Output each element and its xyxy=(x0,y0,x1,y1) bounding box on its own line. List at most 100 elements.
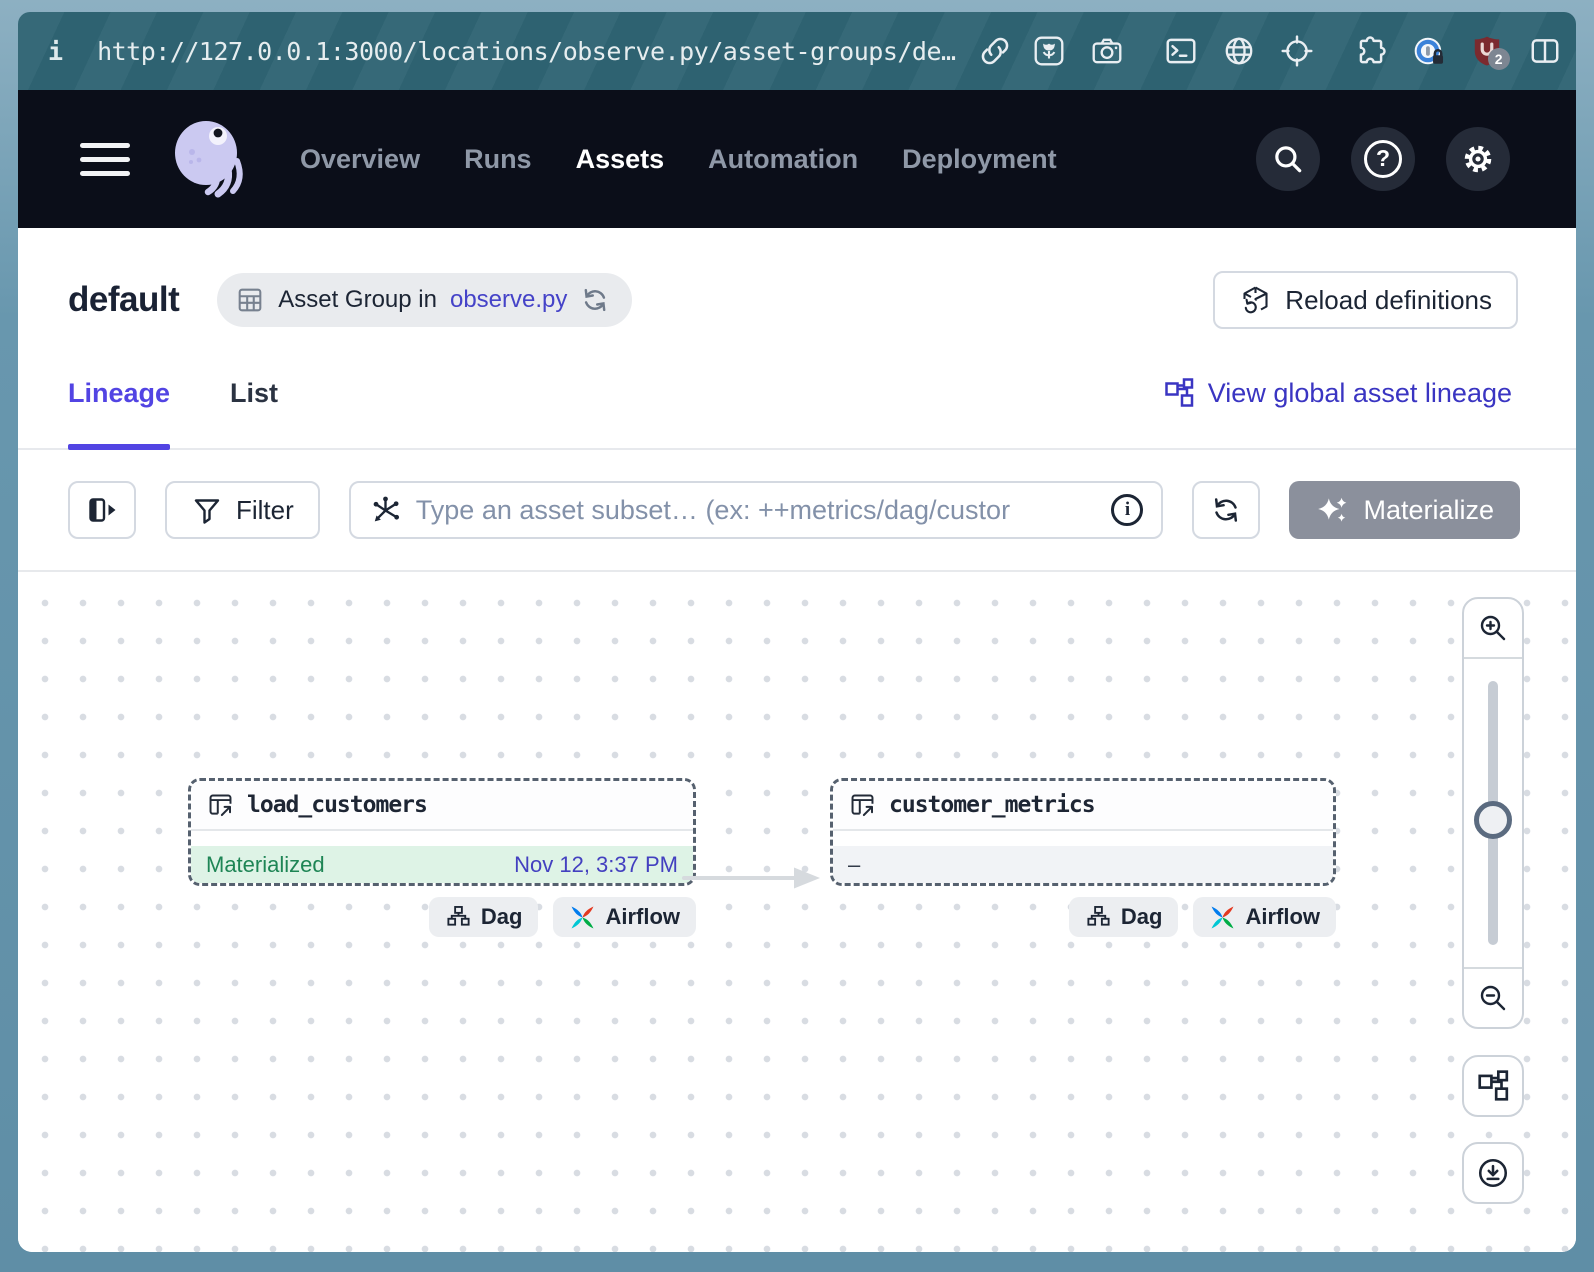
sparkle-icon xyxy=(1315,493,1349,527)
extension-group-2: 2 xyxy=(1354,34,1562,68)
filter-label: Filter xyxy=(236,495,294,526)
password-manager-icon[interactable] xyxy=(1412,34,1446,68)
lineage-edge-arrow xyxy=(678,864,828,892)
page-title: default xyxy=(68,280,179,320)
reload-cube-icon xyxy=(1239,284,1272,317)
globe-icon[interactable] xyxy=(1222,34,1256,68)
dag-icon xyxy=(1085,904,1112,931)
main-content: default Asset Group in observe.py xyxy=(18,228,1576,1252)
nav-item-automation[interactable]: Automation xyxy=(708,144,858,175)
reload-definitions-label: Reload definitions xyxy=(1285,285,1492,316)
filter-funnel-icon xyxy=(191,494,223,526)
global-lineage-label: View global asset lineage xyxy=(1208,378,1512,409)
zoom-slider[interactable] xyxy=(1464,659,1522,967)
asset-status-row: – xyxy=(833,846,1333,883)
screenshot-tool-icon[interactable] xyxy=(1032,34,1066,68)
status-label: – xyxy=(848,852,860,878)
download-image-button[interactable] xyxy=(1462,1142,1524,1204)
collapse-panel-button[interactable] xyxy=(68,481,136,539)
help-button[interactable]: ? xyxy=(1351,127,1415,191)
devtool-group xyxy=(1164,34,1314,68)
reload-definitions-button[interactable]: Reload definitions xyxy=(1213,271,1518,329)
settings-button[interactable] xyxy=(1446,127,1510,191)
asset-node-header: load_customers xyxy=(191,781,693,831)
camera-icon[interactable] xyxy=(1090,34,1124,68)
materialize-label: Materialize xyxy=(1363,495,1494,526)
lineage-toolbar: Filter i xyxy=(18,450,1576,572)
tag-label: Dag xyxy=(1121,904,1163,930)
asset-selection-icon xyxy=(369,494,402,527)
shield-badge: 2 xyxy=(1488,48,1510,70)
asset-node-load-customers[interactable]: load_customers Materialized Nov 12, 3:37… xyxy=(188,778,696,886)
asset-subset-searchbox[interactable]: i xyxy=(349,481,1164,539)
tag-label: Airflow xyxy=(1245,904,1320,930)
panel-toggle-icon xyxy=(86,494,118,526)
nav-item-deployment[interactable]: Deployment xyxy=(902,144,1057,175)
zoom-in-button[interactable] xyxy=(1464,599,1522,659)
badge-label: Asset Group in xyxy=(278,286,437,314)
info-icon[interactable]: i xyxy=(1111,494,1143,526)
asset-node-body xyxy=(833,831,1333,846)
asset-subset-input[interactable] xyxy=(416,495,1098,526)
menu-icon[interactable] xyxy=(80,143,130,176)
dag-icon xyxy=(445,904,472,931)
app-window: i http://127.0.0.1:3000/locations/observ… xyxy=(18,12,1576,1252)
download-icon xyxy=(1476,1156,1510,1190)
refresh-icon xyxy=(1210,494,1242,526)
split-view-icon[interactable] xyxy=(1528,34,1562,68)
tab-list[interactable]: List xyxy=(230,338,278,448)
asset-node-header: customer_metrics xyxy=(833,781,1333,831)
tag-label: Airflow xyxy=(605,904,680,930)
badge-file-link[interactable]: observe.py xyxy=(450,286,567,314)
status-timestamp[interactable]: Nov 12, 3:37 PM xyxy=(514,852,678,878)
graph-layout-icon xyxy=(1476,1069,1510,1103)
global-lineage-link[interactable]: View global asset lineage xyxy=(1163,377,1512,409)
terminal-icon[interactable] xyxy=(1164,34,1198,68)
view-tabs: Lineage List View global asset lineage xyxy=(18,338,1576,450)
app-navbar: Overview Runs Assets Automation Deployme… xyxy=(18,90,1576,228)
asset-tags: Dag Airflow xyxy=(830,897,1336,937)
tag-dag[interactable]: Dag xyxy=(1069,897,1179,937)
asset-node-customer-metrics[interactable]: customer_metrics – xyxy=(830,778,1336,886)
target-picker-icon[interactable] xyxy=(1280,34,1314,68)
asset-name: load_customers xyxy=(247,792,427,818)
primary-nav: Overview Runs Assets Automation Deployme… xyxy=(300,144,1057,175)
dagster-logo[interactable] xyxy=(166,113,252,205)
copy-link-icon[interactable] xyxy=(978,34,1012,68)
nav-item-runs[interactable]: Runs xyxy=(464,144,532,175)
tag-label: Dag xyxy=(481,904,523,930)
asset-node-body xyxy=(191,831,693,846)
nav-item-assets[interactable]: Assets xyxy=(576,144,665,175)
browser-toolbar: i http://127.0.0.1:3000/locations/observ… xyxy=(18,12,1576,90)
materialize-button[interactable]: Materialize xyxy=(1289,481,1520,539)
tag-airflow[interactable]: Airflow xyxy=(1193,897,1336,937)
lineage-canvas[interactable]: load_customers Materialized Nov 12, 3:37… xyxy=(18,572,1576,1252)
zoom-slider-thumb[interactable] xyxy=(1474,801,1512,839)
airflow-icon xyxy=(569,904,596,931)
adblock-shield-icon[interactable]: 2 xyxy=(1470,34,1504,68)
page-header: default Asset Group in observe.py xyxy=(18,228,1576,338)
asset-table-icon xyxy=(206,791,235,820)
airflow-icon xyxy=(1209,904,1236,931)
extensions-puzzle-icon[interactable] xyxy=(1354,34,1388,68)
refresh-graph-button[interactable] xyxy=(1192,481,1260,539)
sync-icon[interactable] xyxy=(580,285,610,315)
zoom-in-icon xyxy=(1477,612,1509,644)
page-info-icon[interactable]: i xyxy=(48,37,63,66)
asset-status-row: Materialized Nov 12, 3:37 PM xyxy=(191,846,693,883)
search-icon xyxy=(1271,142,1305,176)
relayout-graph-button[interactable] xyxy=(1462,1055,1524,1117)
window-frame: i http://127.0.0.1:3000/locations/observ… xyxy=(0,0,1594,1272)
zoom-controls xyxy=(1462,597,1524,1029)
filter-button[interactable]: Filter xyxy=(165,481,320,539)
zoom-out-button[interactable] xyxy=(1464,967,1522,1027)
status-label: Materialized xyxy=(206,852,325,878)
nav-item-overview[interactable]: Overview xyxy=(300,144,420,175)
address-bar[interactable]: http://127.0.0.1:3000/locations/observe.… xyxy=(97,37,956,66)
search-button[interactable] xyxy=(1256,127,1320,191)
tag-dag[interactable]: Dag xyxy=(429,897,539,937)
help-icon: ? xyxy=(1364,140,1402,178)
tag-airflow[interactable]: Airflow xyxy=(553,897,696,937)
tab-lineage[interactable]: Lineage xyxy=(68,338,170,448)
asset-name: customer_metrics xyxy=(889,792,1095,818)
